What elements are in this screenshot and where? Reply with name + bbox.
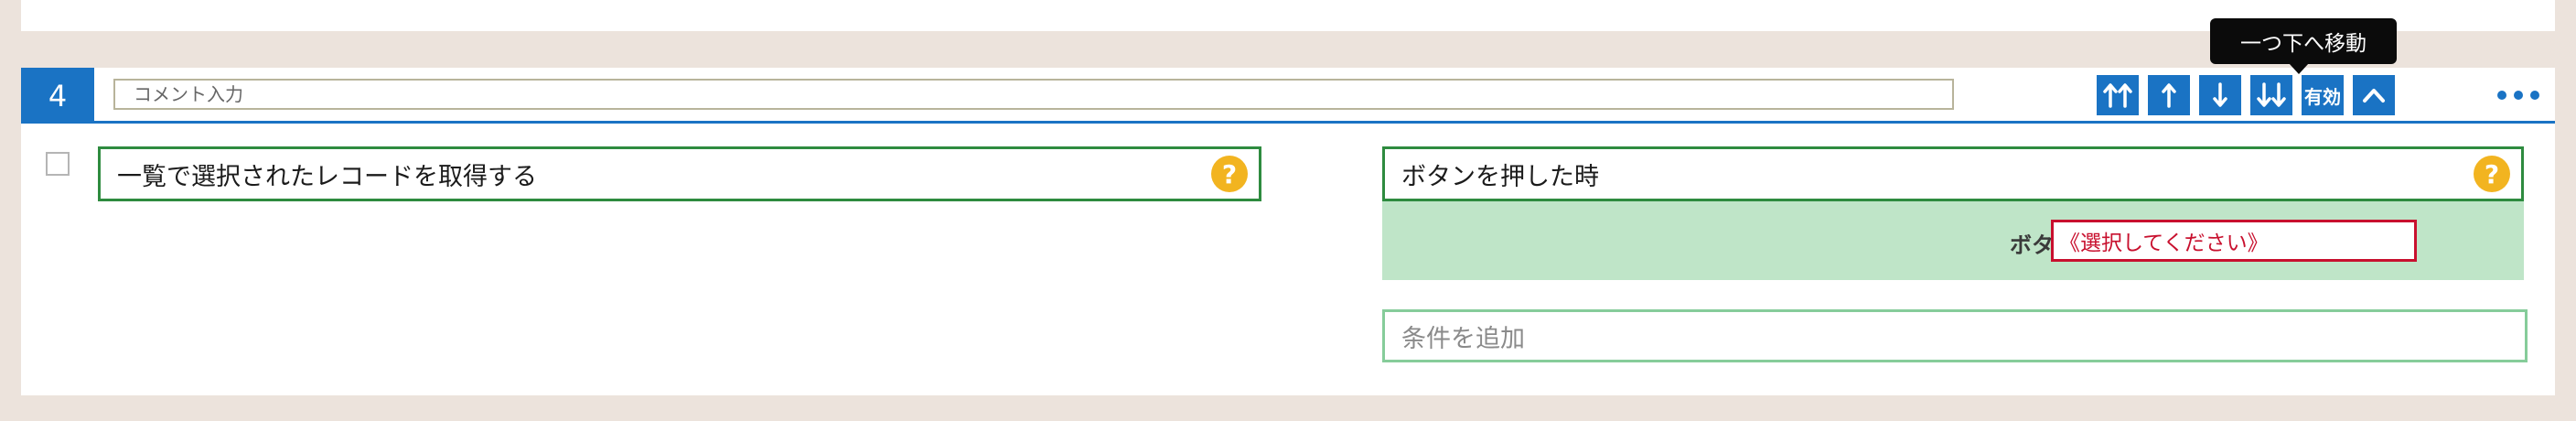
trigger-selector[interactable]: ボタンを押した時 ? <box>1382 146 2524 201</box>
collapse-button[interactable] <box>2353 75 2395 115</box>
row-select-checkbox[interactable] <box>46 152 70 176</box>
help-icon[interactable]: ? <box>1211 156 1248 192</box>
enabled-toggle-button[interactable]: 有効 <box>2302 75 2344 115</box>
add-condition-button[interactable]: 条件を追加 <box>1382 309 2528 362</box>
row-header: 4 コメント入力 有効 一つ下へ移動 <box>21 18 2555 124</box>
move-to-top-icon <box>2101 82 2134 108</box>
trigger-parameter-panel: ボタン 《選択してください》 <box>1382 201 2524 280</box>
move-up-button[interactable] <box>2148 75 2190 115</box>
comment-input[interactable] <box>113 79 1954 110</box>
action-label: 一覧で選択されたレコードを取得する <box>117 162 537 191</box>
move-to-top-button[interactable] <box>2097 75 2139 115</box>
action-row-card: 4 コメント入力 有効 一つ下へ移動 一覧で選択されたレコードを取得する ? ボ… <box>21 18 2555 395</box>
move-up-icon <box>2159 82 2179 108</box>
move-down-tooltip: 一つ下へ移動 <box>2210 18 2397 64</box>
help-icon[interactable]: ? <box>2474 156 2510 192</box>
more-options-button[interactable] <box>2491 75 2546 115</box>
more-horizontal-icon <box>2496 87 2540 104</box>
tooltip-arrow <box>2289 63 2309 74</box>
row-number: 4 <box>21 68 94 124</box>
move-to-bottom-button[interactable] <box>2250 75 2292 115</box>
move-down-button[interactable] <box>2199 75 2241 115</box>
button-param-select[interactable]: 《選択してください》 <box>2051 220 2417 262</box>
trigger-label: ボタンを押した時 <box>1401 162 1599 191</box>
move-to-bottom-icon <box>2255 82 2288 108</box>
previous-row-card <box>21 0 2555 31</box>
chevron-up-icon <box>2361 86 2387 104</box>
action-selector[interactable]: 一覧で選択されたレコードを取得する ? <box>98 146 1261 201</box>
move-down-icon <box>2210 82 2230 108</box>
